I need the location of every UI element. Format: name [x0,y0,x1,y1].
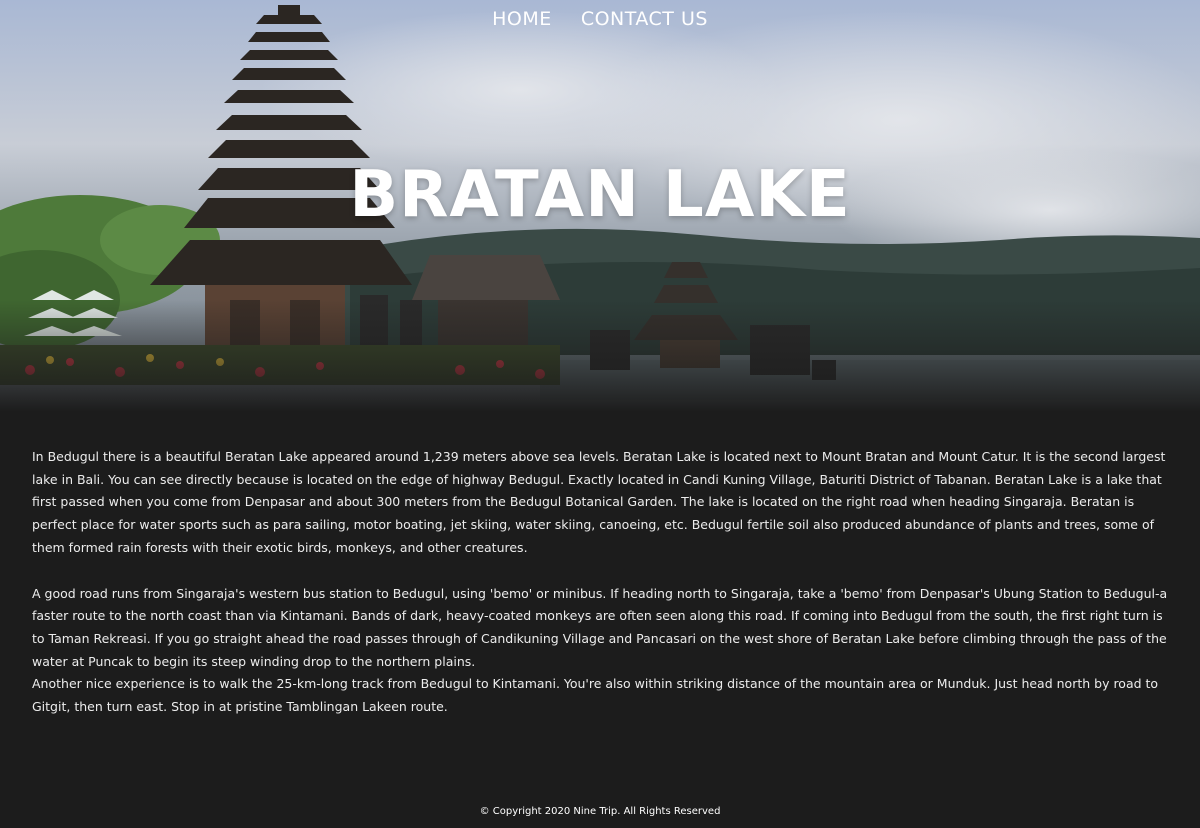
nav-home-link[interactable]: HOME [492,8,552,30]
article-paragraph: A good road runs from Singaraja's wester… [32,585,1168,669]
article-paragraph: In Bedugul there is a beautiful Beratan … [32,449,1166,555]
article-paragraph: Another nice experience is to walk the 2… [32,676,1159,715]
footer-copyright: © Copyright 2020 Nine Trip. All Rights R… [479,806,721,817]
article-body: In Bedugul there is a beautiful Beratan … [32,446,1168,719]
top-navigation: HOME CONTACT US [0,8,1200,30]
nav-contact-us-link[interactable]: CONTACT US [581,8,708,30]
hero-banner: HOME CONTACT US BRATAN LAKE [0,0,1200,412]
page-title: BRATAN LAKE [349,158,851,232]
